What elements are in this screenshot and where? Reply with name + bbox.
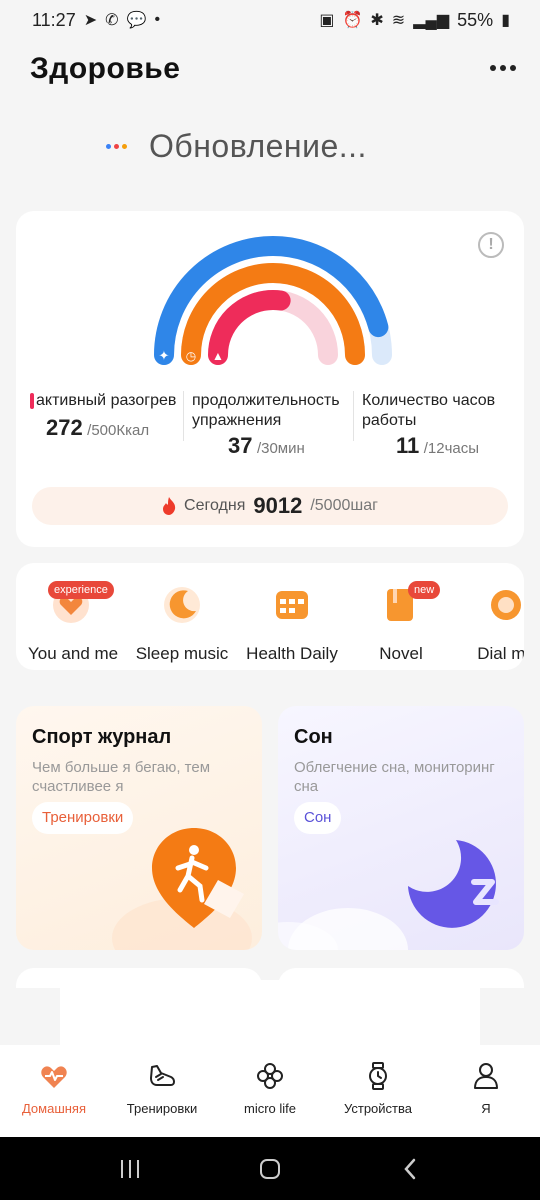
service-label: Dial ma bbox=[477, 644, 524, 663]
nav-label: Я bbox=[481, 1101, 491, 1116]
heart-pulse-icon bbox=[41, 1066, 67, 1088]
stat-value: 272 bbox=[46, 415, 83, 440]
moon-cloud-icon bbox=[278, 840, 499, 950]
today-steps[interactable]: Сегодня 9012 /5000шаг bbox=[32, 487, 508, 525]
service-label: Novel bbox=[379, 644, 423, 663]
service-badge: experience bbox=[48, 581, 114, 599]
stat-label: Количество часов bbox=[362, 392, 496, 409]
more-options-button[interactable] bbox=[488, 56, 518, 80]
stat-calories: активный разогрев 272 /500Ккал bbox=[30, 391, 177, 441]
shoe-icon bbox=[150, 1065, 175, 1086]
service-badge: new bbox=[408, 581, 441, 599]
today-label: Сегодня bbox=[184, 497, 246, 514]
fire-icon bbox=[163, 497, 176, 515]
alarm-icon: ⏰ bbox=[342, 12, 363, 29]
clover-icon bbox=[257, 1063, 283, 1089]
stat-unit: /500Ккал bbox=[87, 422, 150, 439]
nav-micro-life[interactable]: micro life bbox=[216, 1045, 324, 1137]
stat-value: 11 bbox=[396, 433, 420, 458]
home-button[interactable] bbox=[250, 1149, 290, 1189]
person-icon bbox=[474, 1063, 498, 1089]
chat-icon: 💬 bbox=[126, 12, 147, 29]
nav-me[interactable]: Я bbox=[432, 1045, 540, 1137]
activity-rings: ✦ ◷ ▲ bbox=[154, 236, 392, 365]
nav-workouts[interactable]: Тренировки bbox=[108, 1045, 216, 1137]
home-icon bbox=[260, 1158, 280, 1179]
services-strip[interactable]: experience You and me Sleep music Health… bbox=[16, 563, 524, 670]
card-description: Чем больше я бегаю, тем счастливее я bbox=[32, 759, 211, 795]
notification-dot-icon: • bbox=[154, 11, 161, 28]
battery-icon: ▮ bbox=[501, 12, 510, 29]
divider bbox=[183, 391, 184, 441]
page-title: Здоровье bbox=[30, 52, 181, 85]
signal-icon: ▂▄▆ bbox=[413, 12, 450, 29]
stat-value: 37 bbox=[228, 433, 253, 458]
more-dot-icon bbox=[490, 65, 496, 71]
stand-person-icon: ✦ bbox=[159, 348, 170, 363]
nav-label: Домашняя bbox=[21, 1101, 87, 1116]
card-title: Сон bbox=[294, 726, 333, 748]
stat-unit: /12часы bbox=[423, 440, 480, 457]
bottom-nav: Домашняя Тренировки micro life Устройств… bbox=[0, 1045, 540, 1137]
loading-dots-icon bbox=[106, 144, 127, 149]
exercise-clock-icon: ◷ bbox=[186, 349, 197, 363]
moon-music-icon bbox=[164, 587, 200, 623]
service-health-daily[interactable]: Health Daily bbox=[242, 581, 342, 664]
calories-indicator bbox=[30, 393, 34, 409]
nav-home[interactable]: Домашняя bbox=[0, 1045, 108, 1137]
nav-label: Тренировки bbox=[126, 1101, 198, 1116]
sport-journal-card[interactable]: Спорт журнал Чем больше я бегаю, тем сча… bbox=[16, 706, 262, 950]
calendar-icon bbox=[276, 591, 308, 619]
recent-apps-icon bbox=[121, 1159, 139, 1178]
nav-devices[interactable]: Устройства bbox=[324, 1045, 432, 1137]
stat-label: продолжительность bbox=[192, 392, 340, 409]
system-nav-bar bbox=[0, 1137, 540, 1200]
wifi-icon: ≋ bbox=[391, 12, 406, 29]
nav-label: micro life bbox=[243, 1101, 296, 1116]
more-dot-icon bbox=[510, 65, 516, 71]
stat-unit: /30мин bbox=[256, 440, 305, 457]
sync-status: Обновление... bbox=[106, 128, 367, 165]
activity-rings-card[interactable]: ! ✦ ◷ ▲ активный разогрев 272 /500Ккал п… bbox=[16, 211, 524, 547]
watch-icon bbox=[369, 1062, 387, 1090]
service-novel[interactable]: new Novel bbox=[368, 581, 441, 664]
nav-label: Устройства bbox=[343, 1101, 412, 1116]
calories-flame-icon: ▲ bbox=[212, 349, 224, 363]
info-icon[interactable]: ! bbox=[478, 232, 504, 258]
battery-percent: 55% bbox=[457, 9, 494, 30]
battery-saver-icon: ▣ bbox=[319, 12, 335, 29]
stat-label: активный разогрев bbox=[36, 392, 177, 409]
service-label: Sleep music bbox=[135, 644, 229, 663]
telegram-icon: ➤ bbox=[83, 12, 98, 29]
sync-status-text: Обновление... bbox=[149, 128, 367, 164]
today-steps-value: 9012 bbox=[253, 493, 303, 518]
watch-face-icon bbox=[491, 590, 521, 620]
stat-label: упражнения bbox=[192, 412, 282, 429]
divider bbox=[353, 391, 354, 441]
more-dot-icon bbox=[500, 65, 506, 71]
stat-stand-hours: Количество часов работы 11 /12часы bbox=[362, 391, 495, 459]
sleep-card[interactable]: Сон Облегчение сна, мониторинг сна Сон bbox=[278, 706, 524, 950]
runner-pin-icon bbox=[112, 828, 252, 950]
stat-label: работы bbox=[362, 412, 417, 429]
bluetooth-icon: ✱ bbox=[370, 12, 384, 29]
today-steps-unit: /5000шаг bbox=[310, 497, 378, 514]
card-description: Облегчение сна, мониторинг сна bbox=[294, 759, 495, 795]
recent-apps-button[interactable] bbox=[110, 1149, 150, 1189]
service-sleep-music[interactable]: Sleep music bbox=[134, 581, 230, 664]
status-bar: 11:27 ➤ ✆ 💬 • ▣ ⏰ ✱ ≋ ▂▄▆ 55% ▮ bbox=[0, 0, 540, 40]
missed-call-icon: ✆ bbox=[105, 12, 119, 29]
overlay-sheet bbox=[60, 980, 480, 1046]
status-time: 11:27 bbox=[32, 9, 76, 30]
back-button[interactable] bbox=[390, 1149, 430, 1189]
service-label: Health Daily bbox=[246, 644, 338, 663]
back-icon bbox=[404, 1158, 416, 1179]
service-dial-market[interactable]: Dial ma bbox=[466, 581, 524, 664]
service-label: You and me bbox=[28, 644, 119, 663]
stat-exercise: продолжительность упражнения 37 /30мин bbox=[192, 391, 340, 459]
card-title: Спорт журнал bbox=[32, 726, 172, 748]
service-you-and-me[interactable]: experience You and me bbox=[28, 581, 119, 664]
